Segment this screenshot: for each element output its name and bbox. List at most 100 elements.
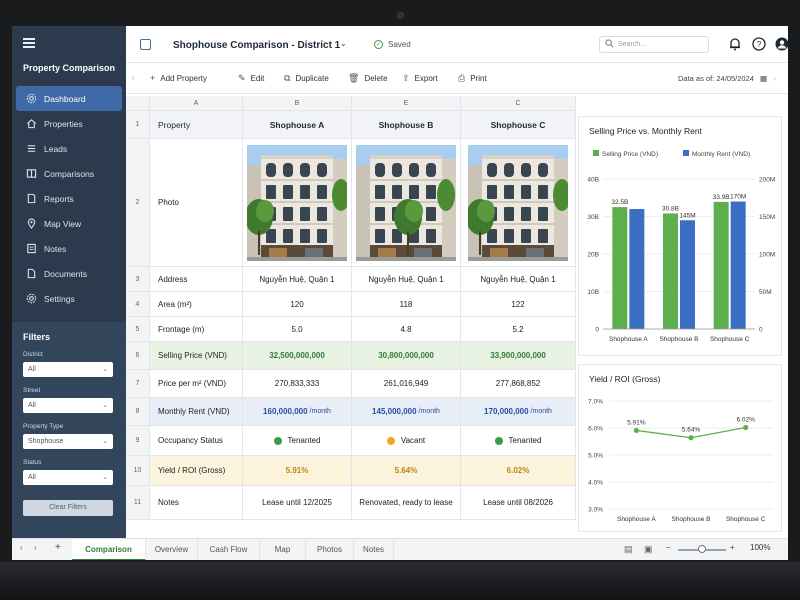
row-label[interactable]: Address [150,267,243,292]
zoom-slider-handle[interactable] [698,545,706,553]
collapse-right-icon[interactable]: › [773,74,776,83]
tab-cash-flow[interactable]: Cash Flow [198,539,260,560]
clear-filters-button[interactable]: Clear Filters [23,500,113,516]
building-photo[interactable] [356,144,456,261]
table-cell[interactable]: 120 [243,292,352,317]
tab-map[interactable]: Map [260,539,306,560]
tab-photos[interactable]: Photos [306,539,354,560]
row-label[interactable]: Price per m² (VND) [150,370,243,398]
search-input[interactable]: Search... [599,36,709,53]
sidebar-item-dashboard[interactable]: Dashboard [16,86,122,111]
table-cell[interactable]: Lease until 08/2026 [461,486,576,520]
table-cell[interactable]: 30,800,000,000 [352,342,461,370]
row-number[interactable]: 11 [126,486,150,520]
row-number[interactable]: 2 [126,139,150,267]
table-cell[interactable]: 5.0 [243,317,352,342]
table-cell[interactable]: 32,500,000,000 [243,342,352,370]
add-sheet-icon[interactable]: + [55,542,61,553]
sidebar-item-notes[interactable]: Notes [16,236,122,261]
table-cell[interactable]: Renovated, ready to lease [352,486,461,520]
sidebar-item-leads[interactable]: Leads [16,136,122,161]
table-cell[interactable]: 170,000,000/month [461,398,576,426]
building-photo[interactable] [468,144,568,261]
column-header[interactable]: E [352,96,461,111]
property-type-select[interactable]: Shophouse ⌄ [23,434,113,449]
photo-cell[interactable] [461,139,576,267]
row-label[interactable]: Photo [150,139,243,267]
row-label[interactable]: Yield / ROI (Gross) [150,456,243,486]
zoom-level[interactable]: 100% [750,543,770,552]
normal-view-icon[interactable]: ▤ [624,544,633,555]
row-number[interactable]: 9 [126,426,150,456]
row-number[interactable]: 10 [126,456,150,486]
delete-button[interactable]: 🗑 Delete [348,73,388,84]
next-sheet-icon[interactable]: › [34,543,37,552]
table-cell[interactable]: 160,000,000/month [243,398,352,426]
tab-overview[interactable]: Overview [146,539,198,560]
property-name-header[interactable]: Shophouse C [461,111,576,139]
sidebar-item-comparisons[interactable]: Comparisons [16,161,122,186]
user-avatar-icon[interactable] [775,37,788,51]
row-number[interactable]: 7 [126,370,150,398]
column-header[interactable]: B [243,96,352,111]
table-cell[interactable]: Lease until 12/2025 [243,486,352,520]
edit-button[interactable]: ✎ Edit [238,73,264,84]
district-select[interactable]: All ⌄ [23,362,113,377]
tab-comparison[interactable]: Comparison [72,539,146,560]
table-cell[interactable]: 5.64% [352,456,461,486]
zoom-in-icon[interactable]: + [730,543,735,552]
help-icon[interactable]: ? [752,37,766,51]
sidebar-item-properties[interactable]: Properties [16,111,122,136]
sidebar-item-reports[interactable]: Reports [16,186,122,211]
calendar-icon[interactable]: ▦ [760,74,767,83]
row-label[interactable]: Occupancy Status [150,426,243,456]
table-cell[interactable]: 118 [352,292,461,317]
sheet-corner[interactable] [126,96,150,111]
table-cell[interactable]: Tenanted [243,426,352,456]
table-cell[interactable]: 145,000,000/month [352,398,461,426]
row-number[interactable]: 6 [126,342,150,370]
property-name-header[interactable]: Shophouse B [352,111,461,139]
property-header[interactable]: Property [150,111,243,139]
zoom-out-icon[interactable]: − [666,543,671,552]
print-button[interactable]: ⎙ Print [458,73,487,84]
table-cell[interactable]: Nguyễn Huệ, Quận 1 [243,267,352,292]
table-cell[interactable]: Tenanted [461,426,576,456]
building-photo[interactable] [247,144,347,261]
page-layout-icon[interactable]: ▣ [644,544,653,555]
table-cell[interactable]: 5.2 [461,317,576,342]
export-button[interactable]: ⇪ Export [402,73,438,84]
table-cell[interactable]: 270,833,333 [243,370,352,398]
row-number[interactable]: 1 [126,111,150,139]
table-cell[interactable]: 5.91% [243,456,352,486]
duplicate-button[interactable]: ⧉ Duplicate [284,73,329,84]
street-select[interactable]: All ⌄ [23,398,113,413]
table-cell[interactable]: 122 [461,292,576,317]
column-header[interactable]: C [461,96,576,111]
table-cell[interactable]: Nguyễn Huệ, Quận 1 [461,267,576,292]
sidebar-item-documents[interactable]: Documents [16,261,122,286]
collapse-left-icon[interactable]: ‹ [132,73,135,82]
sidebar-item-map-view[interactable]: Map View [16,211,122,236]
photo-cell[interactable] [243,139,352,267]
row-number[interactable]: 5 [126,317,150,342]
table-cell[interactable]: 6.02% [461,456,576,486]
row-number[interactable]: 3 [126,267,150,292]
row-label[interactable]: Notes [150,486,243,520]
table-cell[interactable]: Vacant [352,426,461,456]
photo-cell[interactable] [352,139,461,267]
add-property-button[interactable]: + Add Property [150,73,207,83]
row-label[interactable]: Area (m²) [150,292,243,317]
tab-notes[interactable]: Notes [354,539,394,560]
row-label[interactable]: Monthly Rent (VND) [150,398,243,426]
table-cell[interactable]: Nguyễn Huệ, Quận 1 [352,267,461,292]
hamburger-menu-icon[interactable] [23,38,35,48]
row-label[interactable]: Frontage (m) [150,317,243,342]
table-cell[interactable]: 261,016,949 [352,370,461,398]
bell-icon[interactable] [728,37,742,51]
table-cell[interactable]: 277,868,852 [461,370,576,398]
column-header[interactable]: A [150,96,243,111]
status-select[interactable]: All ⌄ [23,470,113,485]
row-label[interactable]: Selling Price (VND) [150,342,243,370]
prev-sheet-icon[interactable]: ‹ [20,543,23,552]
